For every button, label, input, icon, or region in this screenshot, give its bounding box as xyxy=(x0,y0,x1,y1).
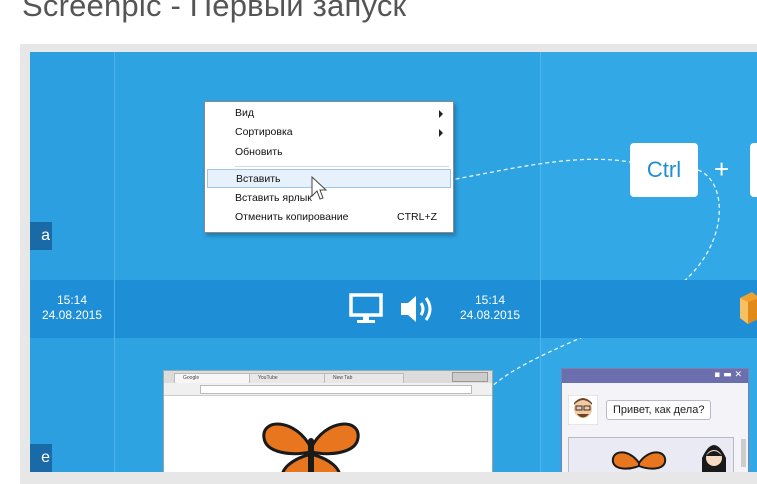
menu-item-refresh[interactable]: Обновить xyxy=(207,143,451,162)
chat-message: Привет, как дела? xyxy=(606,400,712,420)
page-title: Screenpic - Первый запуск xyxy=(22,0,407,23)
browser-content xyxy=(164,396,492,472)
menu-item-undo-copy[interactable]: Отменить копирование CTRL+Z xyxy=(207,208,451,227)
chat-titlebar: ▪ ▬ ✕ xyxy=(562,369,748,383)
chat-message-image xyxy=(568,437,734,472)
context-menu: Вид Сортировка Обновить Вставить Вставит… xyxy=(204,101,454,233)
monitor-icon[interactable] xyxy=(348,292,384,326)
taskbar: 15:14 24.08.2015 15:14 24.08.2015 xyxy=(30,280,757,338)
screenpic-logo-icon[interactable] xyxy=(730,292,757,326)
submenu-arrow-icon xyxy=(439,129,443,137)
plus-sign: + xyxy=(714,154,730,184)
butterfly-thumbnail xyxy=(611,451,667,470)
desktop-stage: а е Вид Сортировка Обновить Вставить Вст… xyxy=(30,52,757,472)
menu-item-paste[interactable]: Вставить xyxy=(207,169,451,188)
menu-item-paste-shortcut[interactable]: Вставить ярлык xyxy=(207,189,451,208)
woman-avatar-icon xyxy=(702,445,726,472)
taskbar-divider xyxy=(114,280,115,338)
clock-left-date: 24.08.2015 xyxy=(41,308,103,322)
menu-item-sort[interactable]: Сортировка xyxy=(207,123,451,142)
clock-center-date: 24.08.2015 xyxy=(459,308,521,322)
menu-item-view[interactable]: Вид xyxy=(207,104,451,123)
v-key xyxy=(750,143,757,197)
browser-window: Google YouTube New Tab xyxy=(163,370,493,472)
browser-tabbar: Google YouTube New Tab xyxy=(164,371,492,384)
menu-separator xyxy=(235,166,449,167)
mouse-cursor-icon xyxy=(311,176,328,200)
clock-left: 15:14 24.08.2015 xyxy=(30,293,114,323)
clock-left-time: 15:14 xyxy=(56,293,88,307)
clock-center: 15:14 24.08.2015 xyxy=(450,293,530,323)
window-controls[interactable] xyxy=(452,372,488,382)
butterfly-image xyxy=(262,422,360,472)
chat-window-controls[interactable]: ▪ ▬ ✕ xyxy=(714,370,742,380)
taskbar-divider xyxy=(540,280,541,338)
user-avatar-icon xyxy=(568,395,598,425)
browser-toolbar xyxy=(164,383,492,396)
address-bar[interactable] xyxy=(200,385,472,394)
volume-icon[interactable] xyxy=(398,292,438,326)
chat-window: ▪ ▬ ✕ Привет, как дела? xyxy=(561,368,749,472)
clock-center-time: 15:14 xyxy=(474,293,506,307)
submenu-arrow-icon xyxy=(439,110,443,118)
ctrl-key: Ctrl xyxy=(630,143,698,197)
